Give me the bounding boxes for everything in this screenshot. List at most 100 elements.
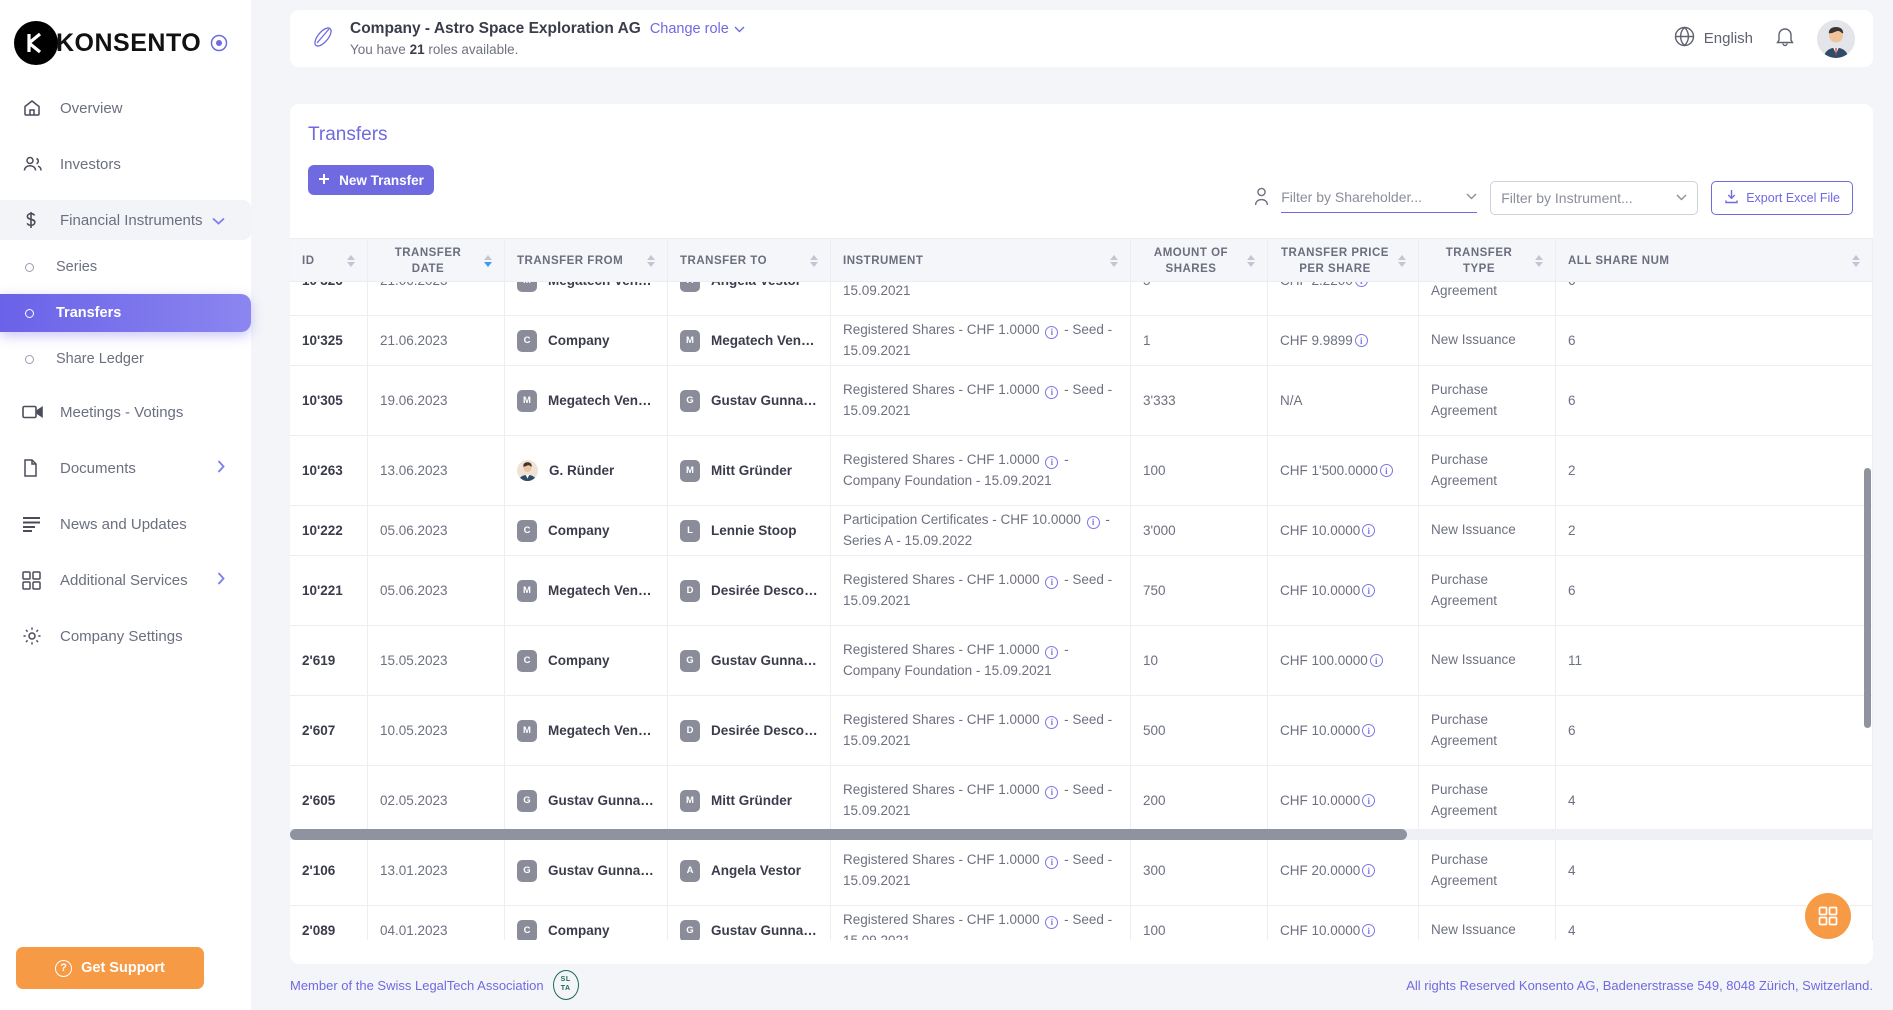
table-row[interactable]: 10'325 21.06.2023 C Company M Megatech Ventur… bbox=[290, 316, 1873, 366]
table-header-instrument[interactable]: INSTRUMENT bbox=[831, 239, 1131, 283]
info-icon[interactable]: i bbox=[1045, 326, 1059, 340]
sort-toggle-icon[interactable] bbox=[647, 255, 655, 267]
table-row[interactable]: 10'263 13.06.2023 G. Ründer M Mitt Gründer Re… bbox=[290, 436, 1873, 506]
table-row[interactable]: 2'60710.05.2023 M Megatech Ventures L... DD… bbox=[290, 696, 1873, 766]
info-icon[interactable]: i bbox=[1379, 464, 1393, 477]
cell-transfer-to: A Angela Vestor bbox=[668, 836, 831, 905]
sidebar-item-financial-instruments[interactable]: Financial Instruments bbox=[0, 200, 251, 240]
avatar: G bbox=[680, 649, 700, 672]
table-header-all-share-num[interactable]: ALL SHARE NUM bbox=[1556, 239, 1873, 283]
avatar: G bbox=[680, 919, 700, 940]
sort-toggle-icon[interactable] bbox=[484, 255, 492, 267]
sidebar-item-news-and-updates[interactable]: News and Updates bbox=[0, 504, 251, 544]
sidebar-subitem-label: Transfers bbox=[56, 305, 122, 321]
sort-toggle-icon[interactable] bbox=[1247, 255, 1255, 267]
transfer-to-name: Angela Vestor bbox=[711, 282, 801, 288]
cell-transfer-date: 13.06.2023 bbox=[368, 436, 505, 505]
info-icon[interactable]: i bbox=[1362, 924, 1376, 937]
table-header-id[interactable]: ID bbox=[290, 239, 368, 283]
sidebar-item-investors[interactable]: Investors bbox=[0, 144, 251, 184]
notifications-bell-icon[interactable] bbox=[1775, 26, 1795, 51]
chevron-right-icon[interactable] bbox=[217, 572, 225, 588]
table-header-amount-of-shares[interactable]: AMOUNT OF SHARES bbox=[1131, 239, 1268, 283]
export-excel-button[interactable]: Export Excel File bbox=[1711, 181, 1853, 215]
info-icon[interactable]: i bbox=[1362, 794, 1376, 807]
table-row[interactable]: 10'22105.06.2023 M Megatech Ventures L... D… bbox=[290, 556, 1873, 626]
info-icon[interactable]: i bbox=[1086, 516, 1100, 530]
sidebar-item-company-settings[interactable]: Company Settings bbox=[0, 616, 251, 656]
table-row[interactable]: 2'08904.01.2023 C Company G Gustav Gunnarson… bbox=[290, 906, 1873, 940]
table-row[interactable]: 10'222 05.06.2023 C Company L Lennie Stoop Par… bbox=[290, 506, 1873, 556]
table-header-transfer-to[interactable]: TRANSFER TO bbox=[668, 239, 831, 283]
info-icon[interactable]: i bbox=[1362, 864, 1376, 877]
table-header-label: AMOUNT OF SHARES bbox=[1153, 246, 1229, 275]
get-support-button[interactable]: ? Get Support bbox=[16, 947, 204, 989]
cell-transfer-to: A Angela Vestor bbox=[668, 282, 831, 315]
price-text: CHF 10.0000 bbox=[1280, 583, 1361, 598]
sidebar-item-additional-services[interactable]: Additional Services bbox=[0, 560, 251, 600]
info-icon[interactable]: i bbox=[1045, 786, 1059, 800]
chevron-down-icon[interactable] bbox=[212, 213, 225, 228]
shareholder-filter[interactable]: Filter by Shareholder... bbox=[1254, 184, 1478, 213]
user-avatar[interactable] bbox=[1817, 19, 1855, 58]
info-icon[interactable]: i bbox=[1362, 524, 1376, 537]
table-row[interactable]: 2'60502.05.2023 G Gustav Gunnarson M Mitt Gr… bbox=[290, 766, 1873, 836]
cell-transfer-from: C Company bbox=[505, 506, 668, 555]
cell-transfer-type: New Issuance bbox=[1419, 906, 1556, 940]
sort-toggle-icon[interactable] bbox=[1398, 255, 1406, 267]
table-row[interactable]: 2'10613.01.2023 G Gustav Gunnarson A Angela … bbox=[290, 836, 1873, 906]
info-icon[interactable]: i bbox=[1045, 856, 1059, 870]
sort-toggle-icon[interactable] bbox=[347, 255, 355, 267]
apps-fab-button[interactable] bbox=[1805, 893, 1851, 939]
cell-instrument: Registered Shares - CHF 1.0000 i - Compa… bbox=[831, 626, 1131, 695]
download-icon bbox=[1724, 189, 1739, 207]
sidebar-item-overview[interactable]: Overview bbox=[0, 88, 251, 128]
sidebar-item-documents[interactable]: Documents bbox=[0, 448, 251, 488]
info-icon[interactable]: i bbox=[1045, 646, 1059, 660]
shareholder-filter-select[interactable]: Filter by Shareholder... bbox=[1281, 184, 1478, 213]
new-transfer-button[interactable]: New Transfer bbox=[308, 165, 434, 195]
info-icon[interactable]: i bbox=[1045, 916, 1059, 930]
info-icon[interactable]: i bbox=[1354, 282, 1368, 287]
avatar: G bbox=[517, 859, 537, 882]
sidebar-item-meetings-votings[interactable]: Meetings - Votings bbox=[0, 392, 251, 432]
cell-transfer-type: New Issuance bbox=[1419, 506, 1556, 555]
sort-toggle-icon[interactable] bbox=[1852, 255, 1860, 267]
sidebar-item-share-ledger[interactable]: Share Ledger bbox=[0, 340, 251, 378]
cell-transfer-price-per-share: CHF 10.0000 i bbox=[1268, 906, 1419, 940]
info-icon[interactable]: i bbox=[1362, 724, 1376, 737]
info-icon[interactable]: i bbox=[1045, 456, 1059, 470]
app-logo[interactable]: KONSENTO bbox=[0, 0, 251, 65]
table-header-transfer-type[interactable]: TRANSFER TYPE bbox=[1419, 239, 1556, 283]
chevron-right-icon[interactable] bbox=[217, 460, 225, 476]
footer-left-text[interactable]: Member of the Swiss LegalTech Associatio… bbox=[290, 978, 544, 993]
badge-line-2: TA bbox=[560, 985, 571, 992]
change-role-button[interactable]: Change role bbox=[650, 21, 745, 37]
table-row[interactable]: 2'61915.05.2023 C Company G Gustav Gunnarson… bbox=[290, 626, 1873, 696]
horizontal-scrollbar-thumb[interactable] bbox=[290, 829, 1407, 840]
info-icon[interactable]: i bbox=[1362, 584, 1376, 597]
sidebar-item-label: Investors bbox=[60, 155, 121, 173]
price-text: CHF 10.0000 bbox=[1280, 793, 1361, 808]
cell-transfer-type: New Issuance bbox=[1419, 626, 1556, 695]
table-header-transfer-price-per-share[interactable]: TRANSFER PRICE PER SHARE bbox=[1268, 239, 1419, 283]
info-icon[interactable]: i bbox=[1045, 576, 1059, 590]
sort-toggle-icon[interactable] bbox=[1535, 255, 1543, 267]
info-icon[interactable]: i bbox=[1045, 716, 1059, 730]
info-icon[interactable]: i bbox=[1369, 654, 1383, 667]
info-icon[interactable]: i bbox=[1354, 334, 1368, 347]
info-icon[interactable]: i bbox=[1045, 386, 1059, 400]
table-header-transfer-from[interactable]: TRANSFER FROM bbox=[505, 239, 668, 283]
sort-toggle-icon[interactable] bbox=[1110, 255, 1118, 267]
table-row[interactable]: 10'32621.06.2023 M Megatech Ventures L... A… bbox=[290, 282, 1873, 316]
table-header-transfer-date[interactable]: TRANSFER DATE bbox=[368, 239, 505, 283]
vertical-scrollbar[interactable] bbox=[1864, 468, 1871, 728]
transfer-to-name: Lennie Stoop bbox=[711, 523, 797, 538]
instrument-filter-select[interactable]: Filter by Instrument... bbox=[1490, 181, 1699, 215]
sidebar-item-series[interactable]: Series bbox=[0, 248, 251, 286]
sidebar-item-transfers[interactable]: Transfers bbox=[0, 294, 251, 332]
change-role-label: Change role bbox=[649, 21, 729, 37]
language-selector[interactable]: English bbox=[1674, 26, 1753, 51]
table-row[interactable]: 10'30519.06.2023 M Megatech Ventures L... G… bbox=[290, 366, 1873, 436]
sort-toggle-icon[interactable] bbox=[810, 255, 818, 267]
